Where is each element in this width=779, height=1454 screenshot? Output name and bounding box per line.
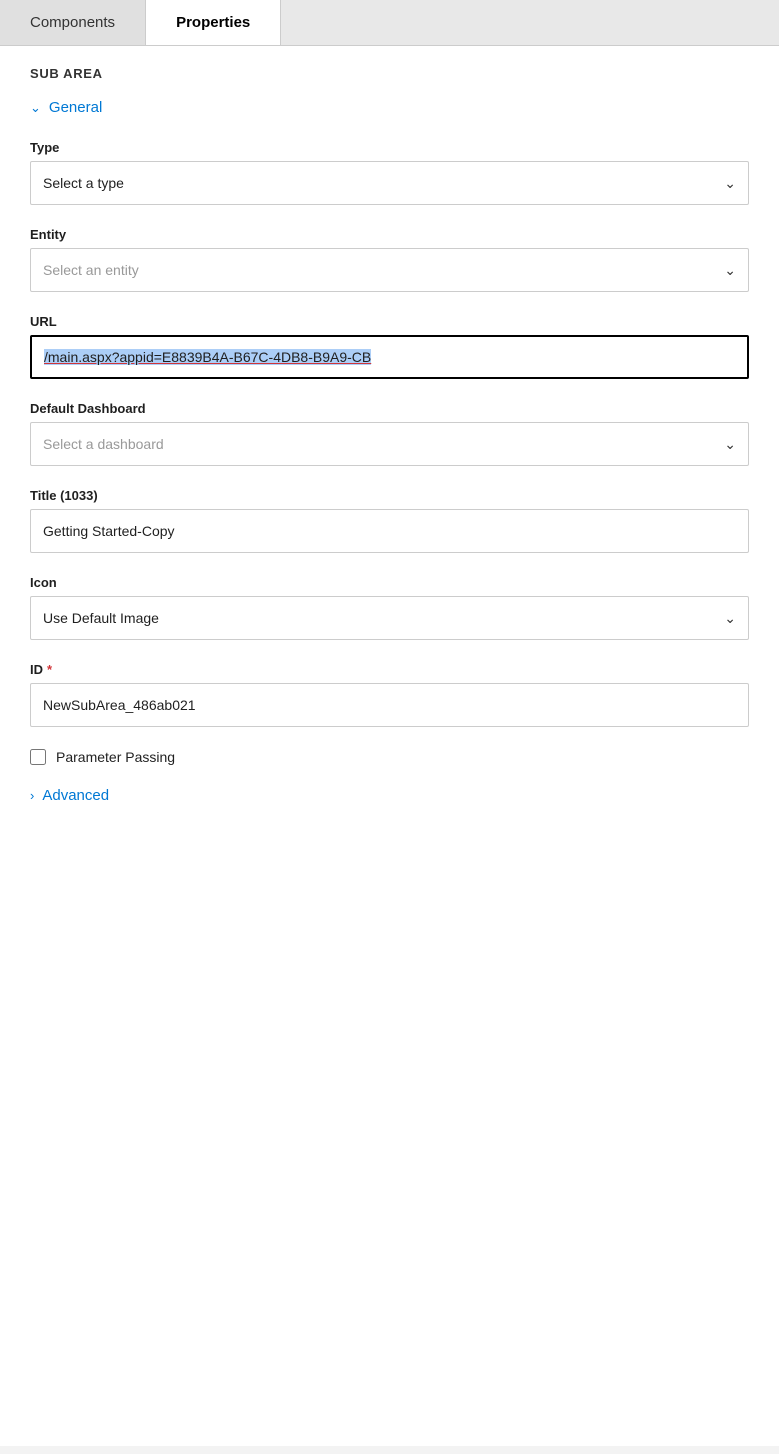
icon-field-group: Icon Use Default Image ⌄ — [30, 575, 749, 640]
dashboard-select[interactable]: Select a dashboard ⌄ — [30, 422, 749, 466]
entity-select[interactable]: Select an entity ⌄ — [30, 248, 749, 292]
entity-label: Entity — [30, 227, 749, 242]
section-title: SUB AREA — [30, 66, 749, 81]
icon-label: Icon — [30, 575, 749, 590]
id-field-group: ID * — [30, 662, 749, 727]
dashboard-chevron-down-icon: ⌄ — [724, 436, 736, 453]
properties-panel: SUB AREA ⌄ General Type Select a type ⌄ … — [0, 46, 779, 1446]
tab-properties[interactable]: Properties — [146, 0, 281, 45]
chevron-down-icon: ⌄ — [30, 100, 41, 116]
type-chevron-down-icon: ⌄ — [724, 175, 736, 192]
dashboard-field-group: Default Dashboard Select a dashboard ⌄ — [30, 401, 749, 466]
entity-field-group: Entity Select an entity ⌄ — [30, 227, 749, 292]
general-section-header[interactable]: ⌄ General — [30, 99, 749, 116]
type-select[interactable]: Select a type ⌄ — [30, 161, 749, 205]
general-section-label: General — [49, 99, 102, 116]
title-input[interactable] — [30, 509, 749, 553]
tab-components[interactable]: Components — [0, 0, 146, 45]
dashboard-label: Default Dashboard — [30, 401, 749, 416]
parameter-passing-checkbox[interactable] — [30, 749, 46, 765]
url-value: /main.aspx?appid=E8839B4A-B67C-4DB8-B9A9… — [44, 349, 371, 365]
entity-select-placeholder: Select an entity — [43, 262, 139, 278]
url-label: URL — [30, 314, 749, 329]
url-input-wrapper[interactable]: /main.aspx?appid=E8839B4A-B67C-4DB8-B9A9… — [30, 335, 749, 379]
tab-bar: Components Properties — [0, 0, 779, 46]
title-field-group: Title (1033) — [30, 488, 749, 553]
parameter-passing-label: Parameter Passing — [56, 749, 175, 765]
entity-chevron-down-icon: ⌄ — [724, 262, 736, 279]
dashboard-select-placeholder: Select a dashboard — [43, 436, 164, 452]
icon-select[interactable]: Use Default Image ⌄ — [30, 596, 749, 640]
id-required-marker: * — [47, 662, 52, 677]
advanced-section-header[interactable]: › Advanced — [30, 787, 749, 804]
icon-chevron-down-icon: ⌄ — [724, 610, 736, 627]
id-label: ID * — [30, 662, 749, 677]
chevron-right-icon: › — [30, 788, 34, 803]
url-field-group: URL /main.aspx?appid=E8839B4A-B67C-4DB8-… — [30, 314, 749, 379]
advanced-section-label: Advanced — [42, 787, 109, 804]
parameter-passing-row: Parameter Passing — [30, 749, 749, 765]
type-select-placeholder: Select a type — [43, 175, 124, 191]
title-label: Title (1033) — [30, 488, 749, 503]
icon-select-value: Use Default Image — [43, 610, 159, 626]
id-input[interactable] — [30, 683, 749, 727]
type-label: Type — [30, 140, 749, 155]
url-input[interactable]: /main.aspx?appid=E8839B4A-B67C-4DB8-B9A9… — [44, 349, 735, 365]
type-field-group: Type Select a type ⌄ — [30, 140, 749, 205]
